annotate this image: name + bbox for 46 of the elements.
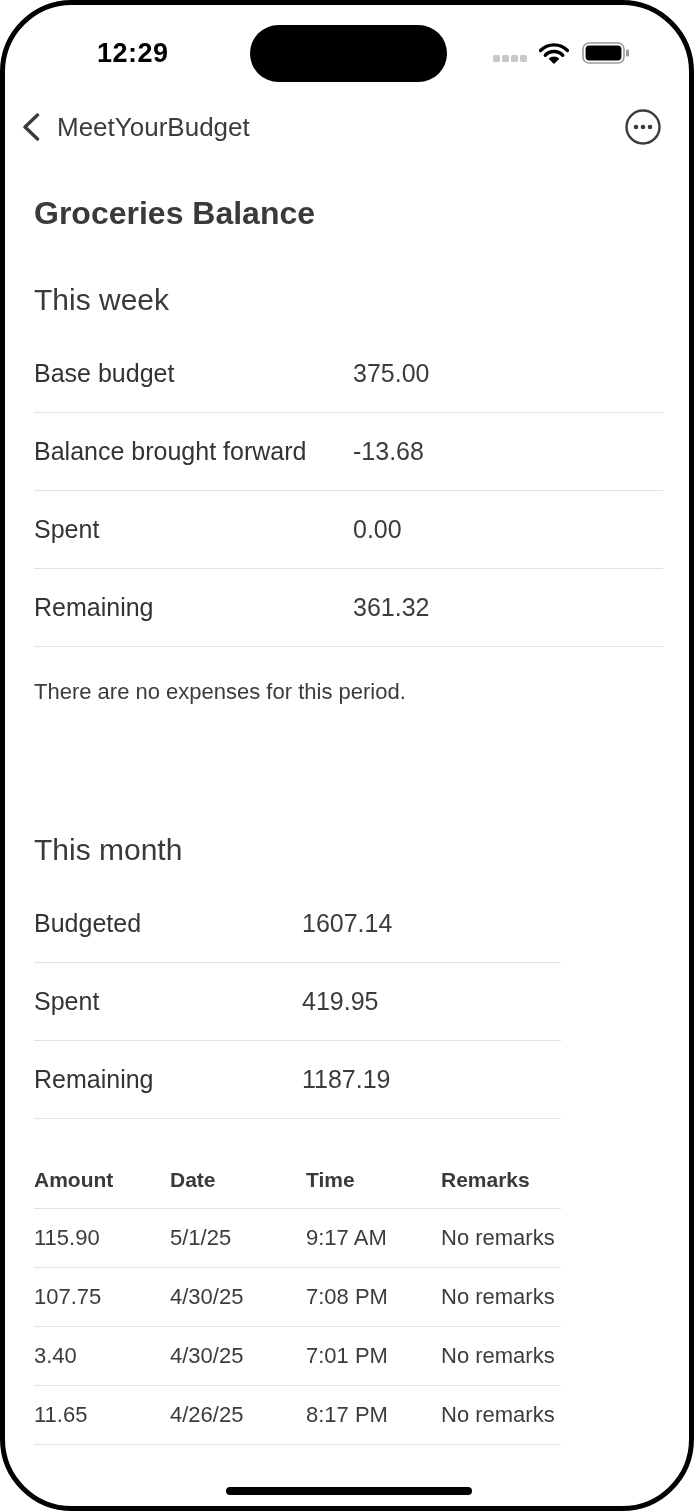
wifi-icon — [539, 42, 569, 64]
table-cell-text: 115.90 — [34, 1225, 101, 1251]
status-time: 12:29 — [97, 37, 169, 69]
table-cell-text: 4/26/25 — [170, 1402, 245, 1428]
column-header: Amount — [34, 1168, 115, 1192]
row-value: 419.95 — [302, 987, 380, 1016]
row-label: Base budget — [34, 359, 176, 388]
back-button[interactable]: MeetYourBudget — [22, 111, 250, 143]
row-label: Spent — [34, 987, 101, 1016]
row-label: Remaining — [34, 1065, 155, 1094]
chevron-left-icon — [22, 113, 40, 141]
table-cell-text: 11.65 — [34, 1402, 89, 1428]
column-header: Date — [170, 1168, 217, 1192]
table-cell-text: 7:01 PM — [306, 1343, 389, 1369]
row-label: Spent — [34, 515, 101, 544]
table-cell-text: 107.75 — [34, 1284, 103, 1310]
row-value: -13.68 — [353, 437, 425, 466]
row-label: Balance brought forward — [34, 437, 308, 466]
more-button[interactable] — [625, 109, 661, 145]
battery-icon — [582, 42, 630, 64]
table-cell-text: 4/30/25 — [170, 1343, 245, 1369]
table-cell-text: No remarks — [441, 1402, 556, 1428]
row-label: Remaining — [34, 593, 155, 622]
table-cell-text: No remarks — [441, 1343, 556, 1369]
row-value: 0.00 — [353, 515, 403, 544]
row-value: 1187.19 — [302, 1065, 392, 1094]
table-cell-text: No remarks — [441, 1225, 556, 1251]
table-cell-text: 4/30/25 — [170, 1284, 245, 1310]
table-cell-text: 8:17 PM — [306, 1402, 389, 1428]
row-value: 1607.14 — [302, 909, 394, 938]
table-cell-text: 9:17 AM — [306, 1225, 388, 1251]
table-cell-text: 3.40 — [34, 1343, 78, 1369]
row-value: 375.00 — [353, 359, 431, 388]
column-header: Time — [306, 1168, 356, 1192]
table-cell-text: 7:08 PM — [306, 1284, 389, 1310]
signal-icon — [493, 54, 527, 62]
page-title: Groceries Balance — [34, 194, 317, 232]
section-heading: This week — [34, 283, 171, 317]
column-header: Remarks — [441, 1168, 531, 1192]
empty-note: There are no expenses for this period. — [34, 680, 407, 704]
table-cell-text: No remarks — [441, 1284, 556, 1310]
more-icon — [625, 109, 661, 145]
row-value: 361.32 — [353, 593, 431, 622]
section-heading: This month — [34, 833, 184, 867]
table-cell-text: 5/1/25 — [170, 1225, 233, 1251]
row-label: Budgeted — [34, 909, 143, 938]
